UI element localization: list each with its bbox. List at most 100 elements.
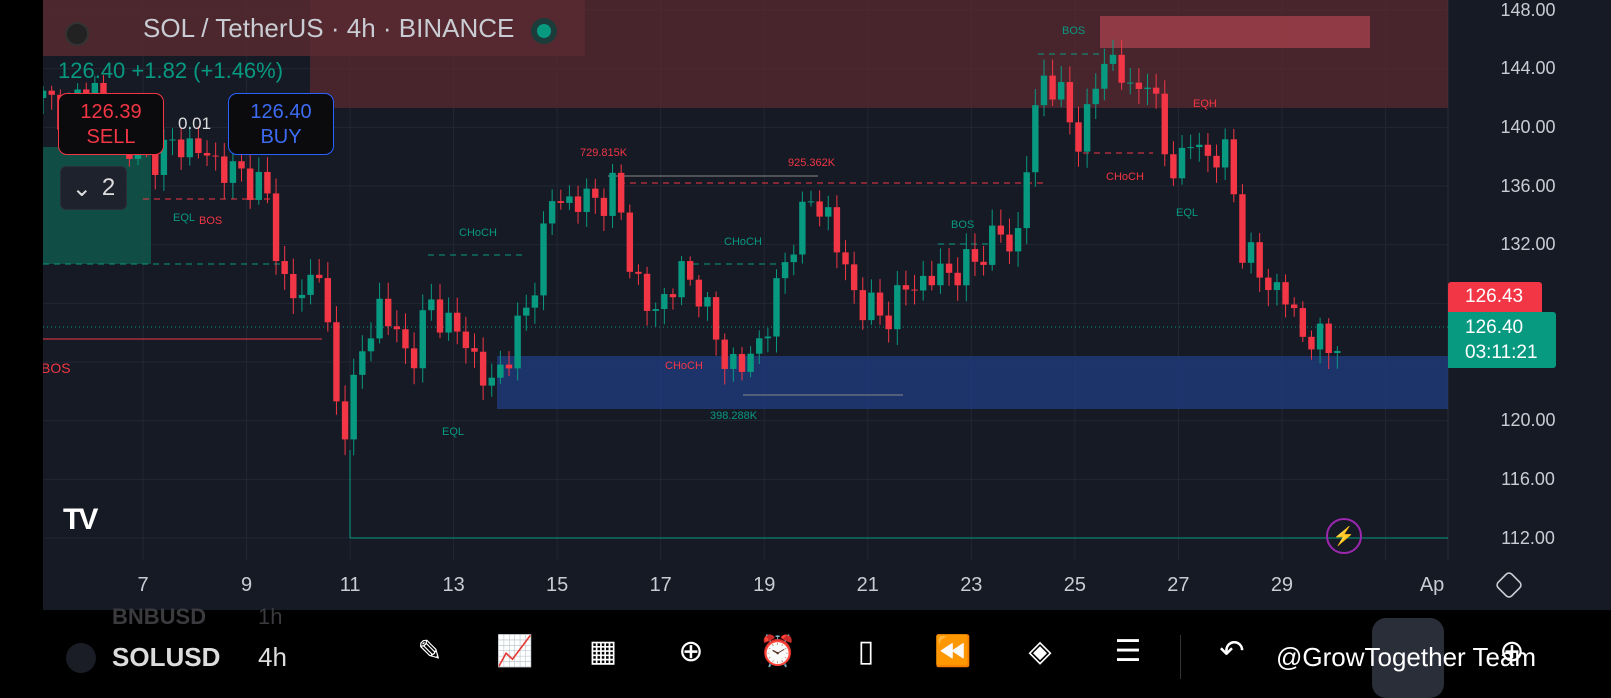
prev-interval[interactable]: 1h <box>258 604 282 630</box>
candle-body <box>730 354 737 369</box>
candle-body <box>471 348 478 352</box>
candle-body <box>669 294 677 298</box>
candle-body <box>954 272 961 286</box>
label-bos: BOS <box>1062 25 1086 37</box>
last-price-tag: 126.40 03:11:21 <box>1448 312 1556 368</box>
candle-body <box>833 207 841 253</box>
candle-body <box>1032 105 1039 173</box>
candle-body <box>695 279 703 307</box>
candle-body <box>756 338 763 354</box>
label-volume: 925.362K <box>788 157 836 169</box>
symbol-button[interactable]: SOLUSD <box>112 642 220 673</box>
candle-body <box>1247 242 1255 263</box>
candle-body <box>738 354 746 372</box>
chart-area[interactable]: SOL / TetherUS · 4h · BINANCE 126.40 +1.… <box>43 0 1611 610</box>
candle-body <box>781 262 789 279</box>
replay-icon[interactable]: ⏪ <box>934 634 971 669</box>
candle-body <box>186 138 193 158</box>
price-axis-label: 120.00 <box>1500 410 1556 430</box>
price-axis-label: 136.00 <box>1500 176 1556 196</box>
candle-body <box>350 374 357 440</box>
candle-body <box>859 290 866 321</box>
candle-body <box>195 138 202 153</box>
candle-body <box>1161 93 1168 155</box>
candle-body <box>652 309 659 311</box>
candle-body <box>557 201 564 203</box>
drawing-pencil-icon[interactable]: ✎ <box>417 634 442 669</box>
candle-body <box>600 197 608 216</box>
candle-body <box>971 249 979 262</box>
candle-body <box>773 278 780 337</box>
time-axis-label: 27 <box>1167 574 1190 596</box>
candle-body <box>1178 147 1186 179</box>
candle-body <box>635 271 642 274</box>
time-axis-label: 17 <box>649 574 672 596</box>
settings-sliders-icon[interactable]: ☰ <box>1115 634 1142 669</box>
more-icon[interactable]: ⊕ <box>1499 634 1524 669</box>
sol-logo-icon <box>65 22 89 46</box>
sell-button[interactable]: 126.39 SELL <box>58 93 164 155</box>
candle-body <box>894 285 901 330</box>
candle-body <box>850 264 858 291</box>
time-axis-label: 23 <box>960 574 983 596</box>
candle-body <box>212 155 219 157</box>
candle-body <box>1230 139 1237 195</box>
candle-body <box>1075 122 1082 152</box>
buy-button[interactable]: 126.40 BUY <box>228 93 334 155</box>
buy-price: 126.40 <box>250 101 312 123</box>
candle-body <box>393 326 401 330</box>
candle-body <box>548 201 556 224</box>
time-axis-label: 21 <box>856 574 879 596</box>
bottom-toolbar: BNBUSD 1h SOLUSD 4h @GrowTogether Team <box>0 604 1611 698</box>
prev-symbol[interactable]: BNBUSD <box>112 604 206 630</box>
time-axis-label: 15 <box>546 574 569 596</box>
candle-body <box>704 297 711 307</box>
alarm-icon[interactable]: ⏰ <box>759 634 796 669</box>
label-bos: BOS <box>199 215 223 227</box>
candle-body <box>479 351 487 386</box>
candle-body <box>1265 277 1272 291</box>
indicators-icon[interactable]: 📈 <box>496 634 533 669</box>
order-quantity[interactable]: 0.01 <box>178 114 211 134</box>
add-icon[interactable]: ⊕ <box>678 634 703 669</box>
candle-body <box>764 336 772 339</box>
candle-body <box>1196 144 1203 148</box>
candle-body <box>980 261 987 265</box>
candle-body <box>203 152 211 156</box>
label-eql: EQL <box>173 212 196 224</box>
undo-icon[interactable]: ↶ <box>1219 634 1244 669</box>
label-eql: EQL <box>1176 207 1199 219</box>
templates-grid-icon[interactable]: ▦ <box>589 634 617 669</box>
candle-body <box>825 207 832 217</box>
lightning-icon[interactable]: ⚡ <box>1326 518 1362 554</box>
candle-body <box>1282 282 1289 305</box>
interval-button[interactable]: 4h <box>258 642 287 673</box>
candle-body <box>1066 82 1074 123</box>
candle-body <box>436 299 444 333</box>
candle-body <box>997 225 1005 235</box>
candle-body <box>1049 75 1056 100</box>
candle-body <box>1308 336 1315 350</box>
candle-body <box>868 292 875 321</box>
sell-price: 126.39 <box>80 101 142 123</box>
candle-body <box>290 274 297 299</box>
candle-body <box>281 261 288 275</box>
candle-body <box>963 249 970 286</box>
symbol-title[interactable]: SOL / TetherUS · 4h · BINANCE <box>143 13 514 44</box>
time-axis-label: 29 <box>1270 574 1294 596</box>
last-price: 126.40 <box>1465 317 1524 338</box>
indicators-collapse-button[interactable]: ⌄ 2 <box>60 166 127 210</box>
price-chart[interactable] <box>43 0 1611 610</box>
time-axis-label: Ap <box>1419 574 1445 596</box>
label-volume: 398.288K <box>710 410 758 422</box>
time-axis-label: 19 <box>753 574 776 596</box>
candle-type-icon[interactable]: ▯ <box>858 634 875 669</box>
layers-icon[interactable]: ◈ <box>1028 634 1051 669</box>
candle-body <box>497 364 504 378</box>
candle-body <box>264 171 271 194</box>
candle-body <box>1023 172 1030 229</box>
label-choch: CHoCH <box>1106 171 1144 183</box>
candle-body <box>1334 350 1341 354</box>
sol-logo-icon <box>66 643 96 673</box>
supply-zone <box>1100 16 1370 48</box>
